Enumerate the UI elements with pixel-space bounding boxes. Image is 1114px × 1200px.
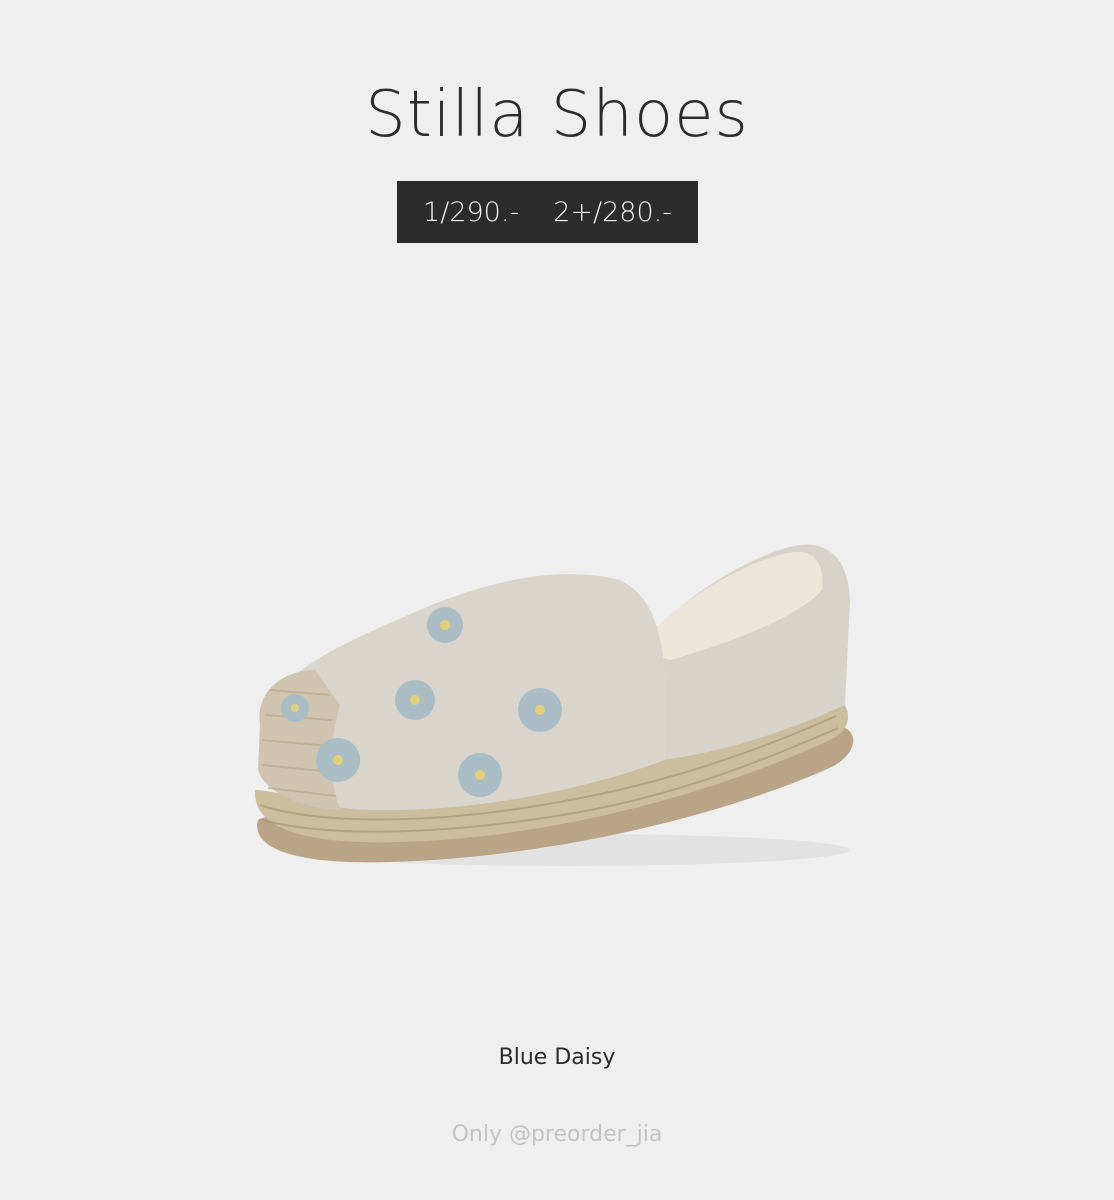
product-card: Stilla Shoes 1/290.- 2+/280.- Blue Daisy… [0, 0, 1114, 1200]
watermark-text: Only @preorder_jia [451, 1122, 663, 1147]
espadrille-shoe-image [254, 544, 854, 866]
variant-name: Blue Daisy [498, 1045, 616, 1070]
price-badge: 1/290.- 2+/280.- [397, 181, 698, 243]
price-single: 1/290.- [423, 196, 520, 228]
price-multi: 2+/280.- [553, 196, 672, 228]
page-title: Stilla Shoes [365, 78, 749, 152]
